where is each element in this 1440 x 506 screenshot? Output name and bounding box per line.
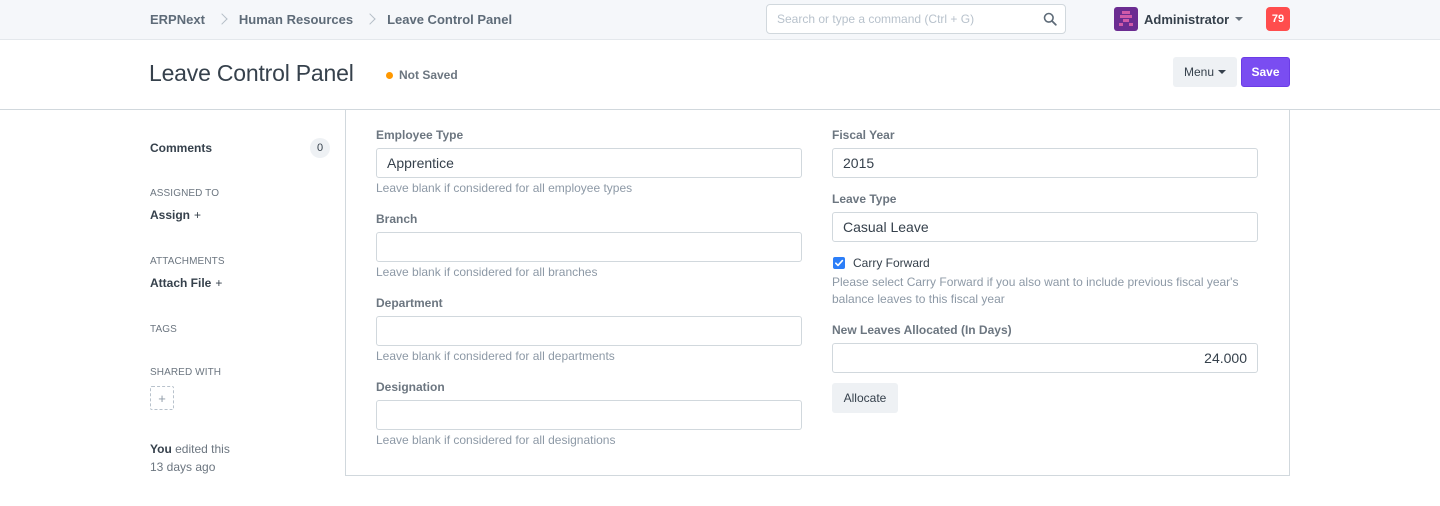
search-input[interactable] [767, 5, 1027, 33]
search-box [766, 4, 1066, 34]
shared-with-heading: SHARED WITH [150, 367, 222, 378]
branch-field[interactable] [376, 232, 802, 262]
employee-type-label: Employee Type [376, 128, 464, 142]
attach-file-link[interactable]: Attach File + [150, 276, 222, 290]
department-help: Leave blank if considered for all depart… [376, 349, 615, 363]
assign-link[interactable]: Assign + [150, 208, 201, 222]
designation-field[interactable] [376, 400, 802, 430]
form-card: Employee Type Leave blank if considered … [345, 110, 1290, 476]
last-edited: You edited this 13 days ago [150, 440, 230, 476]
branch-label: Branch [376, 212, 418, 226]
chevron-right-icon [364, 13, 376, 25]
plus-icon: + [194, 208, 202, 222]
chevron-right-icon [216, 13, 228, 25]
fiscal-year-label: Fiscal Year [832, 128, 895, 142]
comments-count-badge: 0 [310, 138, 330, 158]
edited-when: 13 days ago [150, 460, 216, 474]
breadcrumb-erpnext[interactable]: ERPNext [150, 12, 205, 27]
employee-type-field[interactable] [376, 148, 802, 178]
breadcrumb-leave-control-panel[interactable]: Leave Control Panel [387, 12, 512, 27]
assign-label: Assign [150, 208, 191, 222]
navbar: ERPNext Human Resources Leave Control Pa… [0, 0, 1440, 40]
new-leaves-label: New Leaves Allocated (In Days) [832, 323, 1012, 337]
status-indicator: Not Saved [386, 68, 458, 82]
new-leaves-field[interactable] [832, 343, 1258, 373]
edited-text: edited this [171, 442, 230, 456]
department-field[interactable] [376, 316, 802, 346]
allocate-button[interactable]: Allocate [832, 383, 898, 413]
page-head: Leave Control Panel Not Saved Menu Save [0, 40, 1440, 110]
designation-label: Designation [376, 380, 445, 394]
carry-forward-label: Carry Forward [853, 256, 930, 270]
sidebar-comments[interactable]: Comments 0 [150, 138, 330, 158]
attachments-heading: ATTACHMENTS [150, 256, 225, 267]
add-share-button[interactable]: + [150, 386, 174, 410]
avatar [1114, 7, 1138, 31]
save-button[interactable]: Save [1241, 57, 1290, 87]
employee-type-help: Leave blank if considered for all employ… [376, 181, 633, 195]
user-name: Administrator [1144, 11, 1230, 27]
breadcrumb: ERPNext Human Resources Leave Control Pa… [150, 0, 512, 38]
carry-forward-row[interactable]: Carry Forward [833, 256, 930, 270]
leave-type-label: Leave Type [832, 192, 897, 206]
department-label: Department [376, 296, 443, 310]
assigned-to-heading: ASSIGNED TO [150, 188, 220, 199]
menu-button-label: Menu [1183, 65, 1215, 79]
comments-label: Comments [150, 141, 213, 155]
user-dropdown[interactable]: Administrator [1114, 6, 1244, 32]
branch-help: Leave blank if considered for all branch… [376, 265, 598, 279]
status-dot [386, 71, 393, 79]
caret-down-icon [1218, 70, 1227, 74]
designation-help: Leave blank if considered for all design… [376, 433, 616, 447]
avatar-pattern-icon [1119, 11, 1133, 26]
carry-forward-help: Please select Carry Forward if you also … [832, 275, 1239, 306]
breadcrumb-human-resources[interactable]: Human Resources [239, 12, 353, 27]
page-title: Leave Control Panel [149, 60, 354, 86]
search-icon[interactable] [1043, 12, 1057, 26]
caret-down-icon [1235, 17, 1244, 21]
tags-heading[interactable]: TAGS [150, 324, 177, 335]
edited-by[interactable]: You [150, 442, 172, 456]
leave-type-field[interactable] [832, 212, 1258, 242]
fiscal-year-field[interactable] [832, 148, 1258, 178]
carry-forward-checkbox[interactable] [833, 257, 845, 269]
notification-badge[interactable]: 79 [1266, 7, 1290, 31]
checkmark-icon [834, 259, 844, 267]
attach-file-label: Attach File [150, 276, 212, 290]
status-text: Not Saved [399, 68, 458, 82]
plus-icon: + [215, 276, 223, 290]
menu-button[interactable]: Menu [1173, 57, 1237, 87]
